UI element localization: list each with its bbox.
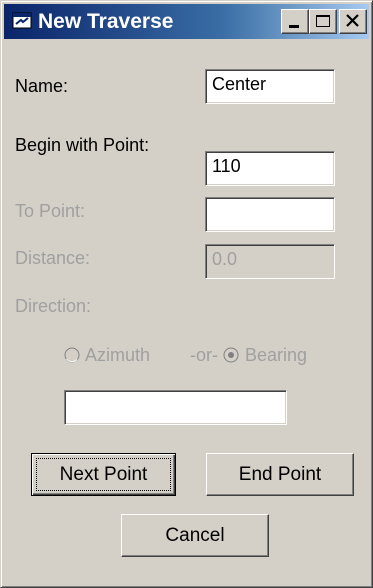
end-point-label: End Point bbox=[238, 463, 322, 485]
direction-field[interactable] bbox=[64, 390, 287, 425]
azimuth-label: Azimuth bbox=[85, 345, 151, 365]
to-point-field[interactable] bbox=[205, 197, 335, 232]
begin-point-field[interactable]: 110 bbox=[205, 151, 335, 186]
maximize-button[interactable] bbox=[309, 9, 337, 34]
distance-field: 0.0 bbox=[205, 244, 335, 279]
begin-with-point-label: Begin with Point: bbox=[15, 135, 150, 155]
azimuth-radio[interactable] bbox=[64, 347, 80, 363]
end-point-button[interactable]: End Point bbox=[206, 453, 354, 496]
bearing-label: Bearing bbox=[245, 345, 308, 365]
name-label: Name: bbox=[15, 76, 69, 96]
or-label: -or- bbox=[190, 345, 218, 365]
next-point-label: Next Point bbox=[59, 463, 148, 485]
app-window-icon bbox=[12, 12, 32, 29]
new-traverse-dialog: New Traverse Name: Center Begin with Poi… bbox=[0, 0, 373, 588]
close-icon bbox=[346, 14, 359, 27]
distance-label: Distance: bbox=[15, 248, 91, 268]
minimize-button[interactable] bbox=[281, 9, 309, 34]
minimize-icon bbox=[289, 25, 299, 28]
close-button[interactable] bbox=[339, 9, 367, 34]
direction-label: Direction: bbox=[15, 296, 92, 316]
cancel-button[interactable]: Cancel bbox=[121, 514, 269, 557]
bearing-radio[interactable] bbox=[223, 347, 239, 363]
name-field[interactable]: Center bbox=[205, 69, 335, 104]
cancel-label: Cancel bbox=[165, 524, 225, 546]
maximize-icon bbox=[316, 15, 330, 27]
title-bar[interactable]: New Traverse bbox=[4, 4, 369, 39]
to-point-label: To Point: bbox=[15, 201, 86, 221]
next-point-button[interactable]: Next Point bbox=[31, 453, 176, 496]
window-title: New Traverse bbox=[38, 10, 174, 33]
